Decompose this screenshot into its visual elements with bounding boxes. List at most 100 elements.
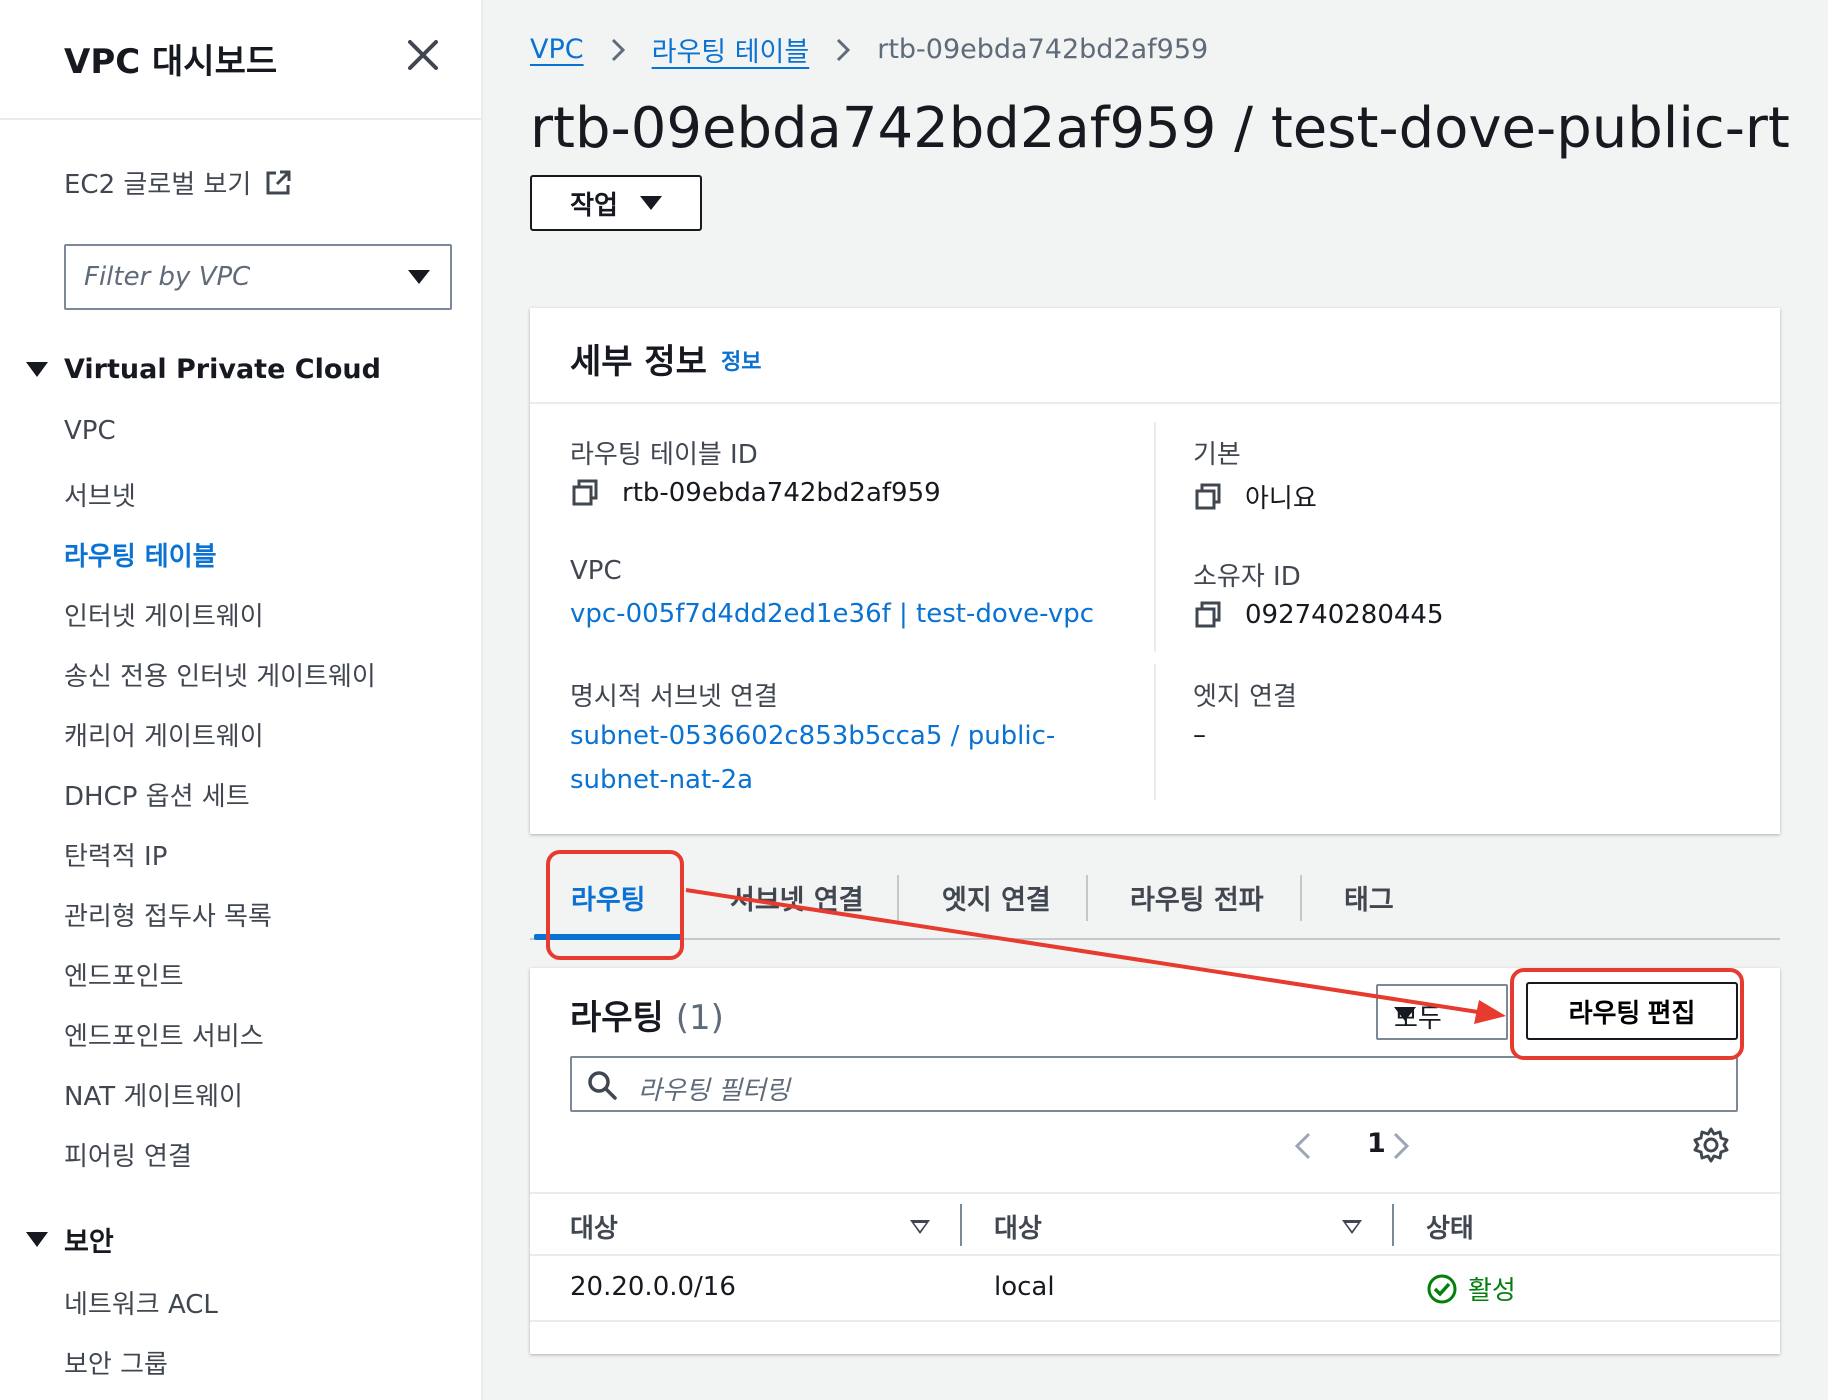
route-table-id-label: 라우팅 테이블 ID (570, 440, 758, 470)
column-divider[interactable] (960, 1204, 962, 1246)
sidebar-item-carrier-gateways[interactable]: 캐리어 게이트웨이 (64, 716, 264, 753)
copy-icon[interactable] (1193, 482, 1223, 512)
route-destination: 20.20.0.0/16 (570, 1272, 736, 1302)
tab-edge-associations[interactable]: 엣지 연결 (942, 878, 1051, 917)
caret-down-icon (26, 362, 48, 377)
routes-title-text: 라우팅 (570, 998, 664, 1038)
route-table-id-value: rtb-09ebda742bd2af959 (622, 478, 941, 508)
routes-count: (1) (675, 998, 724, 1038)
status-badge: 활성 (1426, 1270, 1516, 1307)
sort-icon[interactable] (1342, 1220, 1362, 1234)
owner-id-field: 092740280445 (1193, 600, 1444, 630)
explicit-subnet-link-cont[interactable]: subnet-nat-2a (570, 758, 753, 802)
chevron-right-icon (837, 38, 851, 61)
breadcrumb-route-tables[interactable]: 라우팅 테이블 (652, 30, 810, 69)
caret-down-icon (408, 270, 430, 284)
route-scope-select[interactable]: 모두 (1376, 984, 1508, 1040)
routes-title: 라우팅 (1) (570, 990, 724, 1039)
gear-icon[interactable] (1692, 1126, 1730, 1164)
tab-subnet-associations[interactable]: 서브넷 연결 (730, 878, 864, 917)
sidebar-item-prefix-lists[interactable]: 관리형 접두사 목록 (64, 896, 272, 933)
sidebar-item-endpoints[interactable]: 엔드포인트 (64, 956, 184, 993)
vpc-link[interactable]: vpc-005f7d4dd2ed1e36f | test-dove-vpc (570, 592, 1094, 636)
sidebar-item-peering[interactable]: 피어링 연결 (64, 1136, 192, 1173)
main-value: 아니요 (1245, 484, 1317, 514)
ec2-global-view-label: EC2 글로벌 보기 (64, 170, 252, 200)
route-table-id-field: rtb-09ebda742bd2af959 (570, 478, 941, 508)
chevron-right-icon (611, 38, 625, 61)
column-divider[interactable] (1392, 1204, 1394, 1246)
sidebar-item-endpoint-services[interactable]: 엔드포인트 서비스 (64, 1016, 264, 1053)
column-divider (1154, 664, 1156, 800)
sidebar-item-route-tables[interactable]: 라우팅 테이블 (64, 536, 217, 573)
vpc-label: VPC (570, 556, 622, 586)
actions-button[interactable]: 작업 (530, 175, 702, 231)
tab-divider (1300, 875, 1302, 921)
caret-down-icon (639, 196, 662, 210)
edge-assoc-value: – (1193, 720, 1206, 750)
vpc-filter-placeholder: Filter by VPC (84, 262, 251, 292)
page-title: rtb-09ebda742bd2af959 / test-dove-public… (530, 96, 1790, 161)
sidebar-item-subnets[interactable]: 서브넷 (64, 476, 136, 513)
chevron-left-icon[interactable] (1286, 1128, 1322, 1164)
section-label: Virtual Private Cloud (64, 354, 381, 385)
edge-assoc-label: 엣지 연결 (1193, 682, 1297, 712)
sort-icon[interactable] (910, 1220, 930, 1234)
sidebar-title: VPC 대시보드 (64, 42, 278, 82)
details-header: 세부 정보 정보 (530, 308, 1780, 404)
explicit-subnet-link[interactable]: subnet-0536602c853b5cca5 / public- (570, 714, 1055, 758)
section-vpc-toggle[interactable]: Virtual Private Cloud (26, 354, 381, 385)
section-security-toggle[interactable]: 보안 (26, 1220, 114, 1259)
tab-divider (1086, 875, 1088, 921)
sidebar-item-egress-only-igw[interactable]: 송신 전용 인터넷 게이트웨이 (64, 656, 376, 693)
sidebar-item-network-acl[interactable]: 네트워크 ACL (64, 1284, 218, 1321)
sidebar-item-security-groups[interactable]: 보안 그룹 (64, 1344, 168, 1381)
annotation-highlight-edit (1510, 968, 1744, 1060)
explicit-subnet-label: 명시적 서브넷 연결 (570, 682, 778, 712)
table-row: 20.20.0.0/16 local 활성 (530, 1256, 1780, 1322)
vpc-filter-select[interactable]: Filter by VPC (64, 244, 452, 310)
breadcrumb: VPC 라우팅 테이블 rtb-09ebda742bd2af959 (530, 30, 1208, 69)
column-header-target[interactable]: 대상 (994, 1208, 1042, 1245)
ec2-global-view-link[interactable]: EC2 글로벌 보기 (64, 164, 293, 201)
section-label: 보안 (64, 1227, 114, 1258)
column-divider (1154, 422, 1156, 652)
route-status: 활성 (1468, 1276, 1516, 1306)
sidebar: VPC 대시보드 EC2 글로벌 보기 Filter by VPC Virtua… (0, 0, 483, 1400)
sidebar-item-dhcp-options[interactable]: DHCP 옵션 세트 (64, 776, 250, 813)
details-panel: 세부 정보 정보 라우팅 테이블 ID rtb-09ebda742bd2af95… (530, 308, 1780, 834)
tabs-baseline (530, 938, 1780, 940)
actions-label: 작업 (570, 189, 618, 220)
main-label: 기본 (1193, 440, 1241, 470)
main-field: 아니요 (1193, 478, 1317, 515)
details-title: 세부 정보 (570, 342, 707, 382)
column-header-destination[interactable]: 대상 (570, 1208, 618, 1245)
route-target: local (994, 1272, 1055, 1302)
tab-divider (897, 875, 899, 921)
caret-down-icon (26, 1232, 48, 1247)
sidebar-header: VPC 대시보드 (0, 0, 481, 120)
tab-tags[interactable]: 태그 (1344, 878, 1394, 917)
table-header: 대상 대상 상태 (530, 1192, 1780, 1256)
close-icon[interactable] (398, 30, 448, 80)
external-link-icon (266, 170, 291, 194)
sidebar-item-vpc[interactable]: VPC (64, 416, 116, 446)
column-header-status[interactable]: 상태 (1426, 1208, 1474, 1245)
breadcrumb-current: rtb-09ebda742bd2af959 (877, 34, 1209, 65)
sidebar-item-nat-gateways[interactable]: NAT 게이트웨이 (64, 1076, 243, 1113)
tab-route-propagation[interactable]: 라우팅 전파 (1130, 878, 1264, 917)
check-circle-icon (1427, 1274, 1457, 1303)
route-filter-input[interactable]: 라우팅 필터링 (570, 1056, 1738, 1112)
owner-id-value: 092740280445 (1245, 600, 1444, 630)
caret-down-icon (1394, 1007, 1416, 1021)
search-icon (588, 1071, 617, 1100)
chevron-right-icon[interactable] (1382, 1128, 1418, 1164)
owner-id-label: 소유자 ID (1193, 562, 1301, 592)
copy-icon[interactable] (570, 478, 600, 508)
breadcrumb-vpc[interactable]: VPC (530, 34, 584, 65)
sidebar-item-elastic-ip[interactable]: 탄력적 IP (64, 836, 167, 873)
route-filter-placeholder: 라우팅 필터링 (638, 1076, 790, 1106)
sidebar-item-internet-gateways[interactable]: 인터넷 게이트웨이 (64, 596, 264, 633)
info-link[interactable]: 정보 (721, 344, 761, 376)
copy-icon[interactable] (1193, 600, 1223, 630)
